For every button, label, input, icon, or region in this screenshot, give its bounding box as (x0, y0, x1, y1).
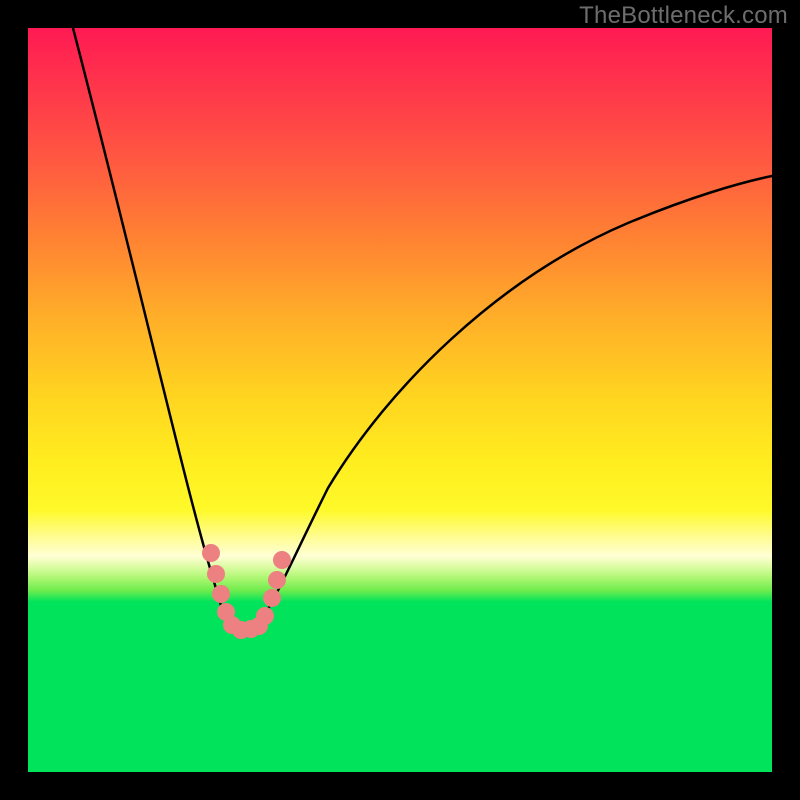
marker-dot (268, 571, 286, 589)
marker-dot (207, 565, 225, 583)
marker-dot (256, 607, 274, 625)
marker-dot (202, 544, 220, 562)
watermark-text: TheBottleneck.com (579, 2, 788, 30)
curve-overlay (28, 28, 772, 772)
left-curve (73, 28, 233, 628)
salmon-marker-group (202, 544, 291, 639)
marker-dot (212, 585, 230, 603)
right-curve (253, 176, 772, 628)
marker-dot (263, 589, 281, 607)
marker-dot (273, 551, 291, 569)
